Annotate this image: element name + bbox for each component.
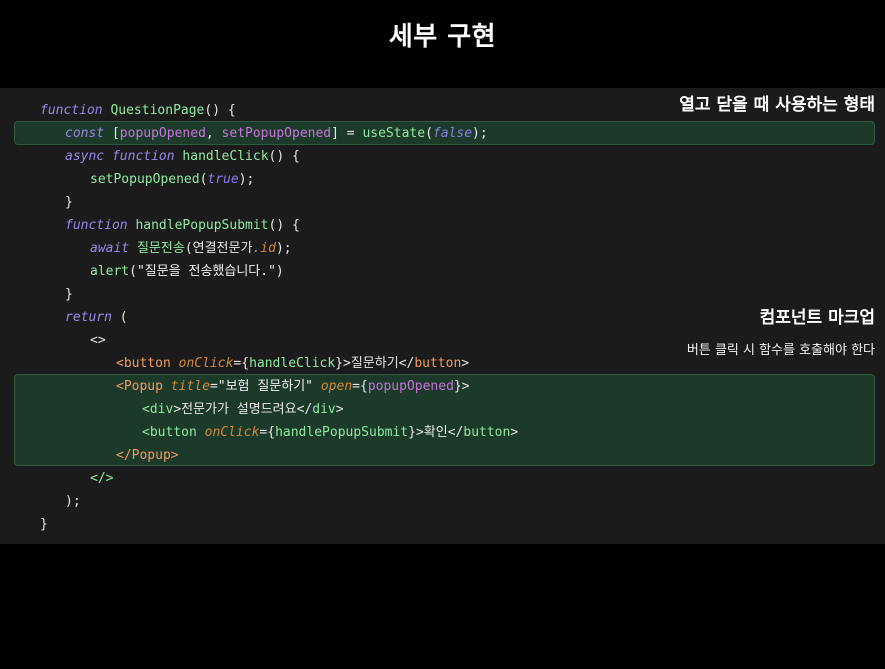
keyword: const [65, 126, 105, 141]
punct: () { [268, 149, 300, 164]
punct: ); [275, 241, 292, 256]
jsx-text: >전문가가 설명드려요</ [173, 402, 313, 417]
string: "질문을 전송했습니다." [136, 264, 276, 279]
punct: ); [65, 494, 81, 509]
jsx-text: }>질문하기</ [335, 356, 415, 371]
punct: ); [472, 126, 488, 141]
annotation-open-close: 열고 닫을 때 사용하는 형태 [679, 95, 875, 115]
boolean: false [432, 126, 473, 141]
punct: < [116, 356, 124, 371]
punct: () { [204, 103, 236, 118]
variable: setPopupOpened [221, 126, 332, 141]
keyword: async [65, 149, 105, 164]
function-name: handleClick [182, 149, 269, 164]
punct: > [461, 356, 470, 371]
punct: > [510, 425, 519, 440]
punct: } [65, 195, 73, 210]
punct: }> [453, 379, 470, 394]
boolean: true [207, 172, 239, 187]
punct: = [209, 379, 218, 394]
code-line-13: <Popup title="보험 질문하기" open={popupOpened… [116, 375, 470, 398]
function-name: QuestionPage [110, 103, 205, 118]
code-line-7: await 질문전송(연결전문가.id); [90, 237, 292, 260]
jsx-tag: button [414, 356, 462, 371]
punct: ={ [259, 425, 276, 440]
code-line-3: async function handleClick() { [65, 145, 300, 168]
jsx-attribute: open [320, 379, 353, 394]
code-line-4: setPopupOpened(true); [90, 168, 254, 191]
punct: () { [268, 218, 300, 233]
punct: < [142, 425, 150, 440]
function-name: handlePopupSubmit [135, 218, 269, 233]
function-call: 질문전송 [136, 241, 185, 256]
page-title: 세부 구현 [388, 22, 497, 52]
code-line-19: } [40, 513, 48, 536]
function-call: useState [362, 126, 426, 141]
punct: [ [104, 126, 120, 141]
code-line-6: function handlePopupSubmit() { [65, 214, 300, 237]
punct: ) [275, 264, 284, 279]
jsx-tag: Popup [131, 448, 171, 463]
punct: > [170, 448, 179, 463]
jsx-attribute: onClick [204, 425, 260, 440]
code-line-12: <button onClick={handleClick}>질문하기</butt… [116, 352, 469, 375]
punct: ( [425, 126, 433, 141]
punct: ( [129, 264, 137, 279]
annotation-markup-title: 컴포넌트 마크업 [759, 308, 875, 328]
jsx-value: handleClick [249, 356, 336, 371]
jsx-value: popupOpened [367, 379, 454, 394]
code-line-15: <button onClick={handlePopupSubmit}>확인</… [142, 421, 518, 444]
code-line-8: alert("질문을 전송했습니다.") [90, 260, 284, 283]
punct: ={ [233, 356, 250, 371]
jsx-value: handlePopupSubmit [275, 425, 409, 440]
punct: < [116, 379, 124, 394]
jsx-attribute: onClick [178, 356, 234, 371]
punct: } [65, 287, 73, 302]
keyword: function [40, 103, 103, 118]
code-line-1: function QuestionPage() { [40, 99, 236, 122]
slide-header: 세부 구현 [0, 0, 885, 88]
code-line-17: </> [90, 467, 113, 490]
function-call: alert [90, 264, 130, 279]
jsx-tag: Popup [123, 379, 163, 394]
jsx-tag: div [312, 402, 336, 417]
punct: < [142, 402, 150, 417]
punct: (연결전문가 [184, 241, 253, 256]
punct: ( [111, 310, 128, 325]
fragment-close: </> [90, 471, 114, 486]
code-line-9: } [65, 283, 73, 306]
annotation-markup-desc: 버튼 클릭 시 함수를 호출해야 한다 [686, 343, 875, 358]
punct: , [205, 126, 222, 141]
code-line-16: </Popup> [116, 444, 179, 467]
code-block: function QuestionPage() { const [popupOp… [0, 99, 518, 669]
keyword: return [65, 310, 112, 325]
jsx-tag: div [149, 402, 174, 417]
punct: } [40, 517, 48, 532]
code-line-14: <div>전문가가 설명드려요</div> [142, 398, 344, 421]
property: .id [252, 241, 276, 256]
punct: > [335, 402, 344, 417]
keyword: await [90, 241, 130, 256]
keyword: function [65, 218, 128, 233]
code-line-2: const [popupOpened, setPopupOpened] = us… [65, 122, 488, 145]
string: "보험 질문하기" [217, 379, 314, 394]
code-line-18: ); [65, 490, 81, 513]
jsx-attribute: title [170, 379, 210, 394]
punct: ] = [331, 126, 363, 141]
keyword: function [111, 149, 175, 164]
code-line-5: } [65, 191, 73, 214]
jsx-tag: button [149, 425, 197, 440]
punct: ); [238, 172, 255, 187]
fragment-open: <> [90, 333, 106, 348]
punct: </ [116, 448, 132, 463]
code-line-10: return ( [65, 306, 128, 329]
jsx-tag: button [123, 356, 171, 371]
code-line-11: <> [90, 329, 106, 352]
punct: ={ [352, 379, 368, 394]
variable: popupOpened [119, 126, 206, 141]
function-call: setPopupOpened [90, 172, 200, 187]
jsx-tag: button [463, 425, 511, 440]
jsx-text: }>확인</ [408, 425, 464, 440]
